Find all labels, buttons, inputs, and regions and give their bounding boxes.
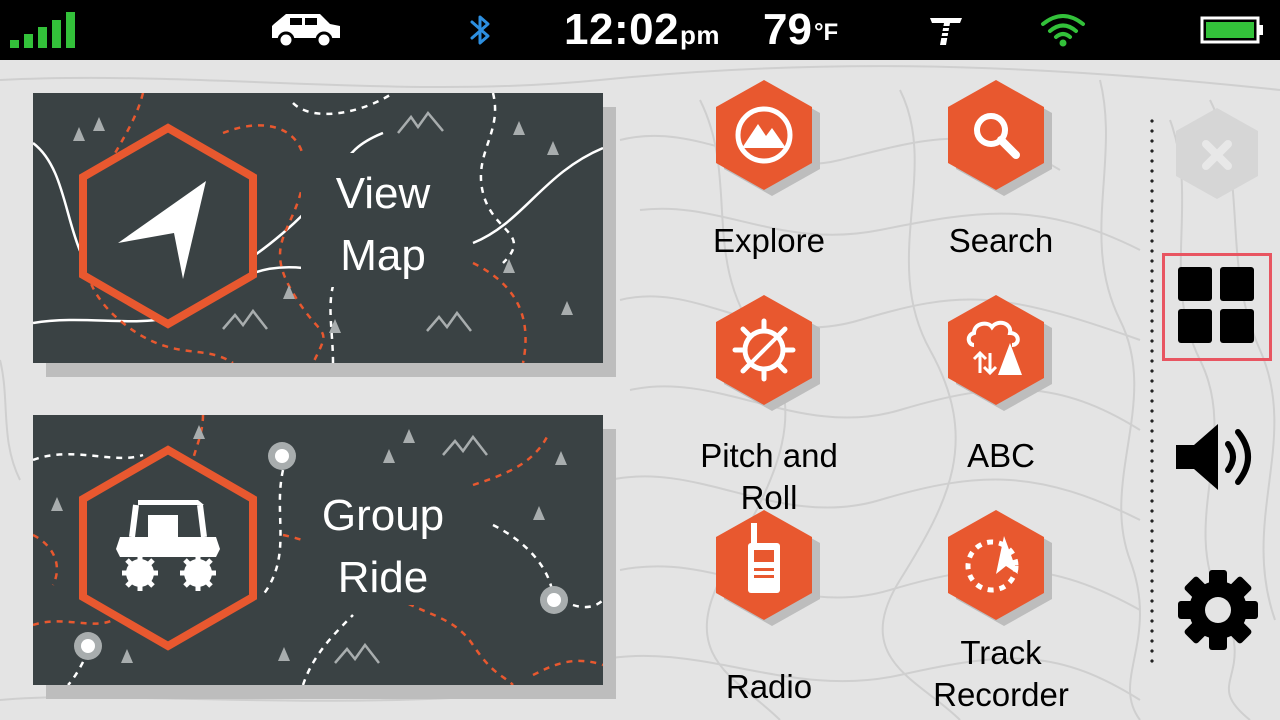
side-by-side-vehicle-icon [76,445,260,656]
abc-tile[interactable]: ABC [901,293,1101,477]
cloud-arrows-icon [948,295,1052,411]
view-map-label: View Map [335,169,431,280]
pitch-and-roll-label: Pitch and Roll [700,437,838,516]
group-ride-label: Group Ride [321,491,445,602]
walkie-talkie-icon [716,510,820,626]
close-icon [1176,108,1258,199]
magnifier-icon [948,80,1052,196]
temperature-value: 79 [763,5,812,54]
time-value: 12:02 [564,5,680,54]
wifi-icon [1040,0,1086,60]
bluetooth-icon [468,0,494,60]
explore-label: Explore [713,222,825,259]
abc-label: ABC [967,437,1035,474]
volume-icon [1176,424,1251,490]
view-map-card[interactable]: View Map [33,93,603,363]
explore-tile[interactable]: Explore [669,78,869,262]
track-recorder-tile[interactable]: Track Recorder [901,508,1101,716]
gear-slash-icon [716,295,820,411]
time-suffix: pm [680,19,721,50]
temperature-unit: °F [813,19,839,46]
status-bar: 12:02 pm 79 °F [0,0,1280,60]
search-tile[interactable]: Search [901,78,1101,262]
track-arrow-icon [948,510,1052,626]
rail-divider [1150,116,1154,668]
radio-label: Radio [725,668,813,705]
search-label: Search [948,222,1054,259]
signal-bars-icon [10,0,84,60]
volume-button[interactable] [1174,420,1262,499]
suv-icon [268,0,344,60]
settings-button[interactable] [1176,568,1260,657]
brand-logo-icon [926,0,966,60]
radio-tile[interactable]: Radio [669,508,869,708]
mountain-icon [716,80,820,196]
navigation-arrow-icon [76,123,260,334]
settings-gear-icon [1178,570,1258,650]
pitch-and-roll-tile[interactable]: Pitch and Roll [669,293,869,519]
track-recorder-label: Track Recorder [933,634,1069,713]
temperature: 79 °F [763,0,838,60]
apps-grid-icon [1178,267,1254,343]
group-ride-card[interactable]: Group Ride [33,415,603,685]
apps-button[interactable] [1162,253,1272,361]
close-button[interactable] [1174,106,1260,205]
clock: 12:02 pm [564,0,720,60]
battery-icon [1200,0,1266,60]
